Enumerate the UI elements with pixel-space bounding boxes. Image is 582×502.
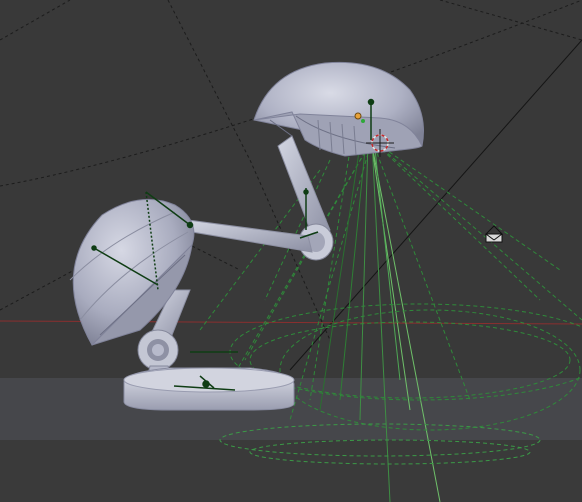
desk-lamp-upper-shade[interactable]	[253, 61, 424, 157]
object-origin-point[interactable]	[354, 112, 362, 120]
viewport-canvas[interactable]	[0, 0, 582, 502]
light-origin-point[interactable]	[361, 119, 365, 123]
3d-viewport[interactable]	[0, 0, 582, 502]
